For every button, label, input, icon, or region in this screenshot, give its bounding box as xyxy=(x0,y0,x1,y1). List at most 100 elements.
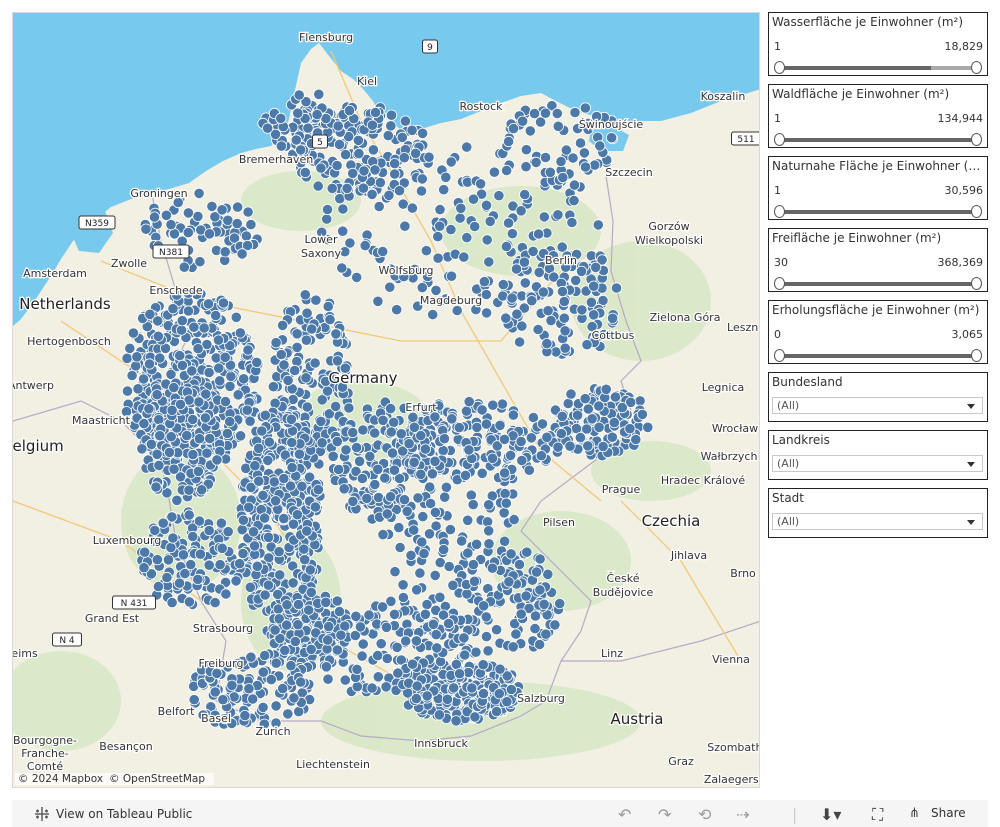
location-marker[interactable] xyxy=(406,202,418,214)
location-marker[interactable] xyxy=(289,364,301,377)
location-marker[interactable] xyxy=(181,429,193,442)
location-marker[interactable] xyxy=(559,342,571,354)
location-marker[interactable] xyxy=(306,323,318,335)
location-marker[interactable] xyxy=(281,599,293,611)
location-marker[interactable] xyxy=(483,499,495,511)
location-marker[interactable] xyxy=(582,440,594,452)
location-marker[interactable] xyxy=(442,617,455,630)
location-marker[interactable] xyxy=(193,396,205,408)
location-marker[interactable] xyxy=(414,567,426,579)
location-marker[interactable] xyxy=(193,515,206,527)
location-marker[interactable] xyxy=(406,658,419,670)
location-marker[interactable] xyxy=(397,591,409,604)
location-marker[interactable] xyxy=(343,105,356,117)
location-marker[interactable] xyxy=(434,591,446,603)
location-marker[interactable] xyxy=(582,403,594,415)
location-marker[interactable] xyxy=(416,127,429,139)
location-marker[interactable] xyxy=(203,524,215,537)
location-marker[interactable] xyxy=(279,644,291,657)
location-marker[interactable] xyxy=(405,549,417,562)
location-marker[interactable] xyxy=(235,430,247,442)
location-marker[interactable] xyxy=(333,605,346,618)
location-marker[interactable] xyxy=(398,494,411,506)
location-marker[interactable] xyxy=(480,630,493,643)
location-marker[interactable] xyxy=(398,152,410,164)
location-marker[interactable] xyxy=(237,514,249,526)
location-marker[interactable] xyxy=(466,682,478,694)
location-marker[interactable] xyxy=(467,558,479,571)
location-marker[interactable] xyxy=(121,352,133,364)
location-marker[interactable] xyxy=(166,511,178,523)
location-marker[interactable] xyxy=(566,216,578,229)
location-marker[interactable] xyxy=(480,288,492,301)
location-marker[interactable] xyxy=(183,509,195,521)
location-marker[interactable] xyxy=(358,165,370,177)
location-marker[interactable] xyxy=(579,102,592,114)
location-marker[interactable] xyxy=(511,308,523,320)
location-marker[interactable] xyxy=(574,431,587,444)
location-marker[interactable] xyxy=(130,360,142,372)
location-marker[interactable] xyxy=(538,598,550,610)
location-marker[interactable] xyxy=(215,517,227,529)
location-marker[interactable] xyxy=(315,415,327,427)
location-marker[interactable] xyxy=(366,119,378,131)
location-marker[interactable] xyxy=(377,414,389,426)
location-marker[interactable] xyxy=(642,421,654,433)
location-marker[interactable] xyxy=(216,204,228,216)
location-marker[interactable] xyxy=(385,120,397,132)
location-marker[interactable] xyxy=(389,168,401,180)
location-marker[interactable] xyxy=(225,370,237,382)
location-marker[interactable] xyxy=(352,134,364,146)
location-marker[interactable] xyxy=(138,417,150,430)
location-marker[interactable] xyxy=(480,418,492,430)
location-marker[interactable] xyxy=(275,348,287,361)
location-marker[interactable] xyxy=(214,559,226,571)
location-marker[interactable] xyxy=(151,389,163,401)
location-marker[interactable] xyxy=(429,506,441,518)
location-marker[interactable] xyxy=(162,554,175,566)
location-marker[interactable] xyxy=(286,436,298,449)
location-marker[interactable] xyxy=(461,141,473,153)
location-marker[interactable] xyxy=(574,137,587,149)
range-slider-track[interactable] xyxy=(779,210,977,214)
location-marker[interactable] xyxy=(152,315,164,327)
location-marker[interactable] xyxy=(534,553,546,565)
location-marker[interactable] xyxy=(372,463,384,475)
location-marker[interactable] xyxy=(588,280,600,292)
location-marker[interactable] xyxy=(444,523,456,536)
location-marker[interactable] xyxy=(236,248,248,260)
location-marker[interactable] xyxy=(339,246,351,258)
location-marker[interactable] xyxy=(483,525,495,537)
location-marker[interactable] xyxy=(287,518,300,530)
bundesland-select[interactable]: (All) xyxy=(772,397,983,414)
location-marker[interactable] xyxy=(291,509,303,521)
location-marker[interactable] xyxy=(221,427,233,440)
location-marker[interactable] xyxy=(350,441,363,454)
location-marker[interactable] xyxy=(269,624,281,636)
location-marker[interactable] xyxy=(624,423,636,435)
location-marker[interactable] xyxy=(278,359,290,371)
location-marker[interactable] xyxy=(527,245,539,257)
range-slider-min-handle[interactable] xyxy=(774,205,785,218)
location-marker[interactable] xyxy=(477,659,489,671)
location-marker[interactable] xyxy=(541,337,553,350)
location-marker[interactable] xyxy=(412,492,424,504)
location-marker[interactable] xyxy=(393,185,406,197)
download-icon[interactable]: ⬇▾ xyxy=(820,805,841,824)
location-marker[interactable] xyxy=(417,510,429,523)
location-marker[interactable] xyxy=(257,666,269,678)
location-marker[interactable] xyxy=(340,444,352,456)
location-marker[interactable] xyxy=(277,682,289,695)
location-marker[interactable] xyxy=(394,541,406,554)
location-marker[interactable] xyxy=(533,638,546,651)
location-marker[interactable] xyxy=(224,380,236,392)
location-marker[interactable] xyxy=(445,270,458,282)
location-marker[interactable] xyxy=(520,590,532,602)
location-marker[interactable] xyxy=(165,431,177,443)
location-marker[interactable] xyxy=(312,180,324,192)
location-marker[interactable] xyxy=(127,327,139,339)
location-marker[interactable] xyxy=(610,282,623,294)
refresh-icon[interactable]: ⇢ xyxy=(736,805,749,824)
location-marker[interactable] xyxy=(586,413,598,425)
location-marker[interactable] xyxy=(468,575,481,587)
